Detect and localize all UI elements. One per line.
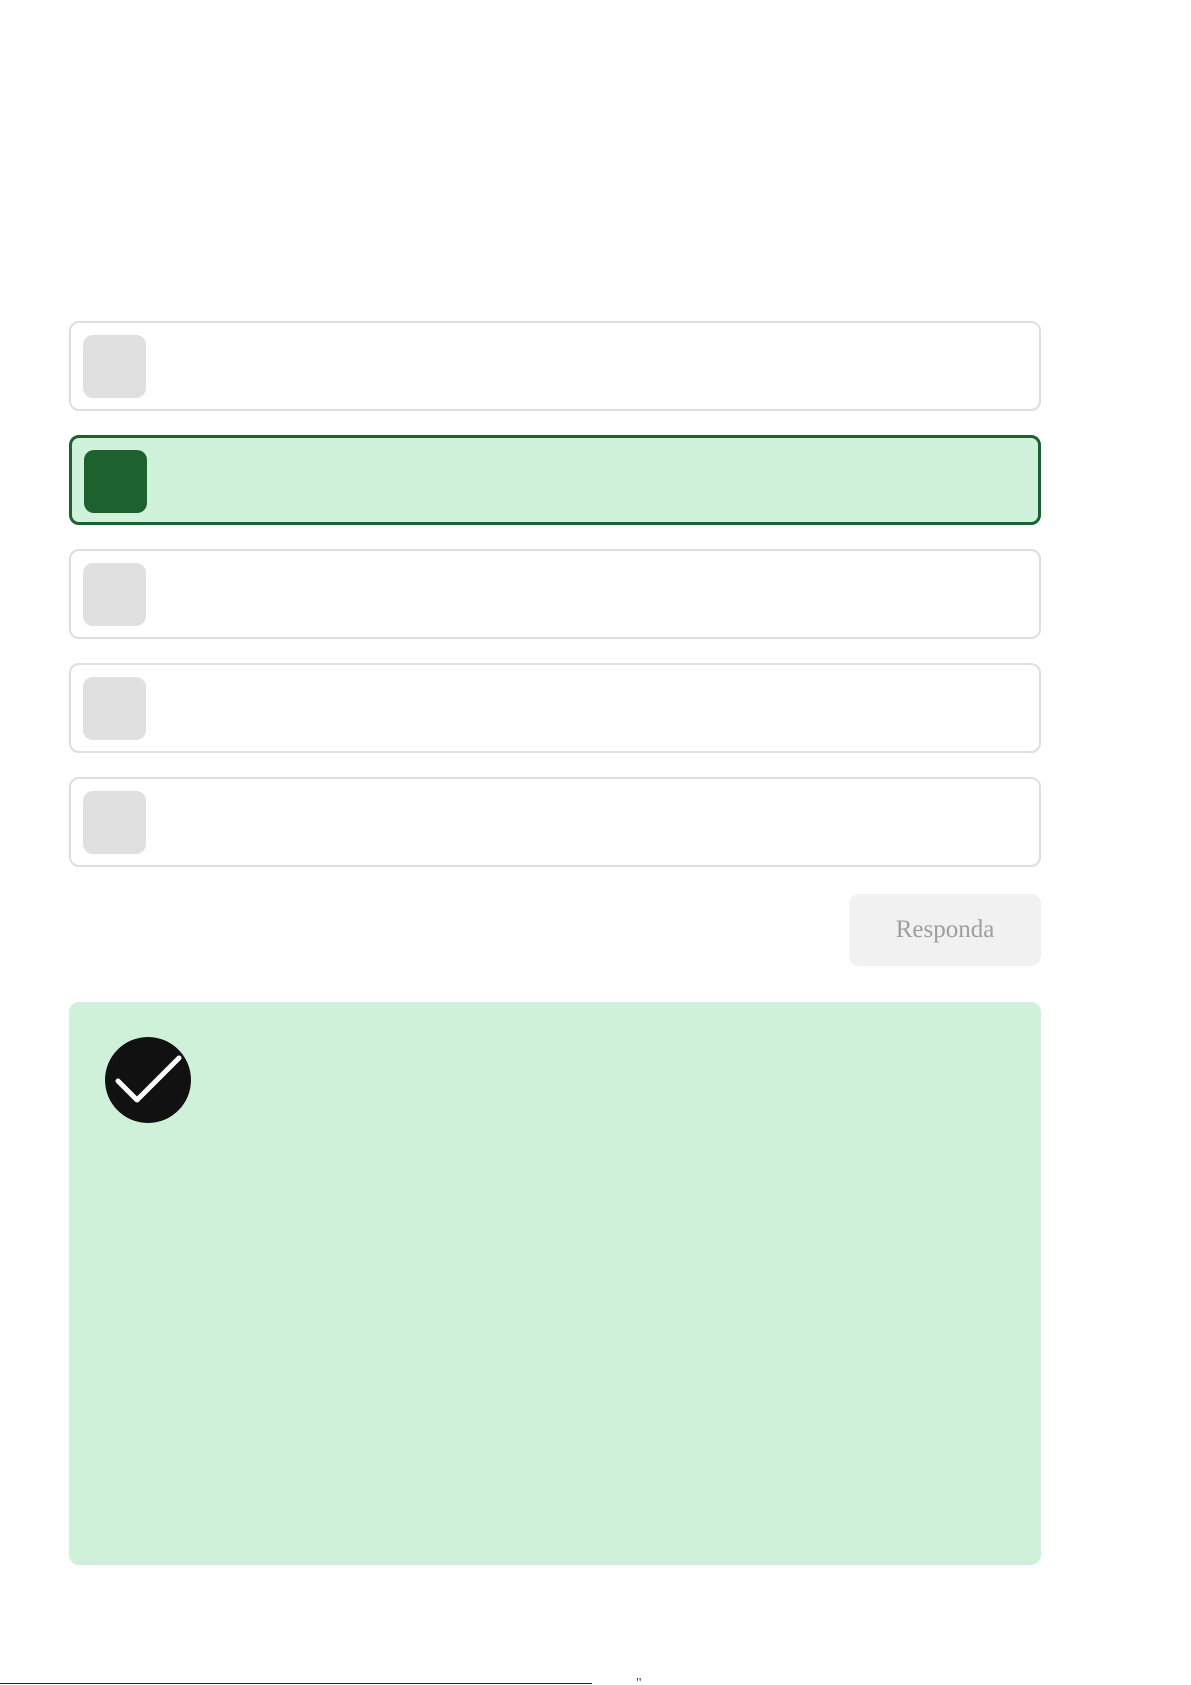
submit-answer-button[interactable]: Responda	[849, 894, 1041, 966]
answer-option[interactable]	[69, 549, 1041, 639]
option-marker	[83, 563, 146, 626]
answer-option[interactable]	[69, 321, 1041, 411]
option-marker	[83, 335, 146, 398]
answer-option[interactable]	[69, 777, 1041, 867]
answer-option[interactable]	[69, 663, 1041, 753]
option-marker-selected	[84, 450, 147, 513]
footer-mark: "	[636, 1677, 642, 1685]
option-marker	[83, 791, 146, 854]
answer-options	[69, 321, 1041, 891]
footer-divider	[0, 1683, 592, 1684]
option-marker	[83, 677, 146, 740]
check-circle-icon	[105, 1037, 191, 1123]
answer-option-selected[interactable]	[69, 435, 1041, 525]
feedback-panel	[69, 1002, 1041, 1565]
